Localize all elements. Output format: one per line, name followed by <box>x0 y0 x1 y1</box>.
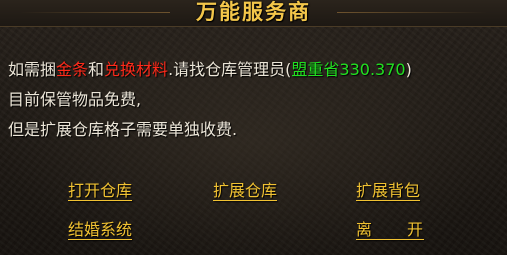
npc-dialog-panel: 万能服务商 如需捆金条和兑换材料.请找仓库管理员(盟重省330.370) 目前保… <box>0 0 507 255</box>
location-coordinates: 盟重省330.370 <box>291 60 406 79</box>
message-mid: .请找仓库管理员( <box>168 60 292 79</box>
message-line-2: 目前保管物品免费, <box>8 90 142 109</box>
message-line-3: 但是扩展仓库格子需要单独收费. <box>8 120 238 139</box>
message-line-1: 如需捆金条和兑换材料.请找仓库管理员(盟重省330.370) <box>8 55 503 85</box>
leave-option[interactable]: 离 开 <box>356 219 424 241</box>
dialog-title: 万能服务商 <box>196 0 311 24</box>
expand-bag-option[interactable]: 扩展背包 <box>356 180 420 202</box>
message-and: 和 <box>88 60 105 79</box>
expand-storage-option[interactable]: 扩展仓库 <box>213 180 277 202</box>
exchange-material-highlight: 兑换材料 <box>104 60 169 79</box>
dialog-message: 如需捆金条和兑换材料.请找仓库管理员(盟重省330.370) 目前保管物品免费,… <box>8 55 503 145</box>
message-suffix: ) <box>405 60 412 79</box>
gold-bar-highlight: 金条 <box>56 60 89 79</box>
open-storage-option[interactable]: 打开仓库 <box>68 180 132 202</box>
marriage-system-option[interactable]: 结婚系统 <box>68 219 132 241</box>
message-prefix: 如需捆 <box>8 60 57 79</box>
